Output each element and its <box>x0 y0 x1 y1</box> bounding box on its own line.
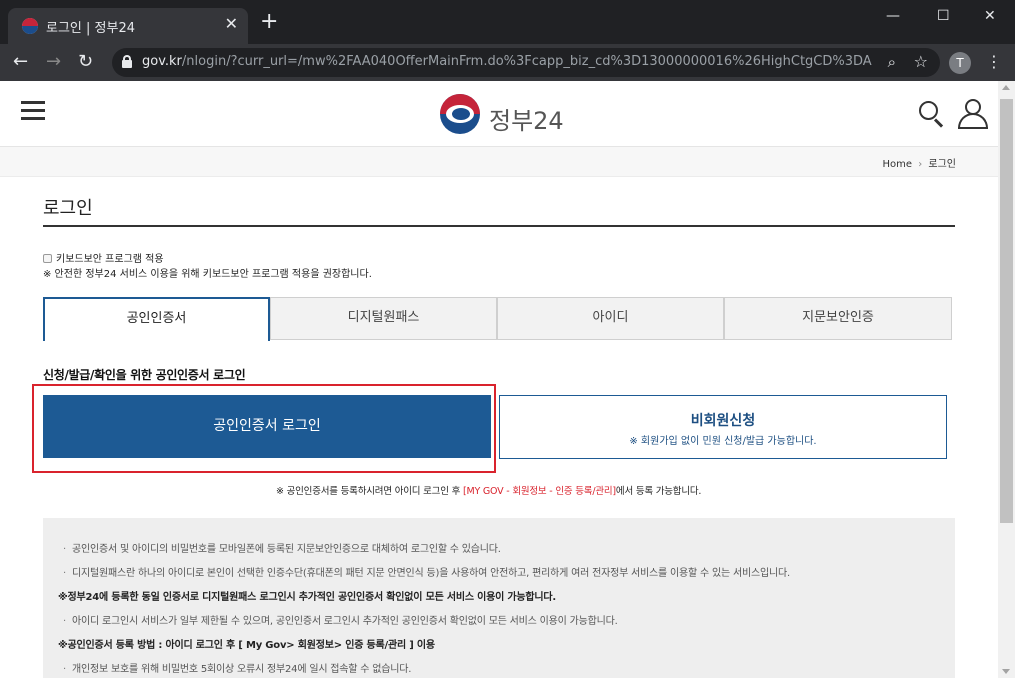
web-page: 정부24 Home › 로그인 로그인 키보드보안 프로그램 적용 ※ 안전한 … <box>0 81 998 678</box>
certificate-login-button[interactable]: 공인인증서 로그인 <box>43 395 491 458</box>
guest-application-button[interactable]: 비회원신청 ※ 회원가입 없이 민원 신청/발급 가능합니다. <box>499 395 947 459</box>
keyboard-security-note: ※ 안전한 정부24 서비스 이용을 위해 키보드보안 프로그램 적용을 권장합… <box>43 269 372 280</box>
login-info-panel: 공인인증서 및 아이디의 비밀번호를 모바일폰에 등록된 지문보안인증으로 대체… <box>43 518 955 678</box>
scroll-down-icon[interactable] <box>1002 669 1010 674</box>
keyboard-security-checkbox[interactable] <box>43 254 52 263</box>
hamburger-menu-icon[interactable] <box>21 101 45 121</box>
page-title: 로그인 <box>43 198 93 219</box>
register-note-suffix: 에서 등록 가능합니다. <box>615 486 702 497</box>
info-item-fingerprint: 공인인증서 및 아이디의 비밀번호를 모바일폰에 등록된 지문보안인증으로 대체… <box>63 540 501 555</box>
keyboard-security-row: 키보드보안 프로그램 적용 <box>43 250 164 265</box>
info-item-onepass: 디지털원패스란 하나의 아이디로 본인이 선택한 인증수단(휴대폰의 패턴 지문… <box>63 564 790 579</box>
breadcrumb-separator-icon: › <box>918 159 923 170</box>
search-icon[interactable] <box>919 101 945 128</box>
title-divider <box>43 225 955 227</box>
tab-close-icon[interactable]: ✕ <box>225 14 238 33</box>
gov-emblem-favicon-icon <box>22 18 38 34</box>
user-icon[interactable] <box>957 99 989 129</box>
scroll-up-icon[interactable] <box>1002 85 1010 90</box>
guest-application-title: 비회원신청 <box>690 413 756 429</box>
forward-button[interactable]: → <box>46 52 61 72</box>
certificate-register-note: ※ 공인인증서를 등록하시려면 아이디 로그인 후 [MY GOV - 회원정보… <box>276 483 701 497</box>
url-text[interactable]: gov.kr/nlogin/?curr_url=/mw%2FAA040Offer… <box>142 54 872 69</box>
lock-icon[interactable] <box>122 55 132 68</box>
breadcrumb-bar: Home › 로그인 <box>0 147 998 177</box>
tab-digital-onepass[interactable]: 디지털원패스 <box>270 297 497 340</box>
info-item-onepass-note: ※정부24에 등록한 동일 인증서로 디지털원패스 로그인시 추가적인 공인인증… <box>58 592 557 603</box>
browser-toolbar: ← → ↻ gov.kr/nlogin/?curr_url=/mw%2FAA04… <box>0 44 1015 81</box>
maximize-button[interactable]: ☐ <box>937 8 950 24</box>
tab-fingerprint[interactable]: 지문보안인증 <box>724 297 952 340</box>
breadcrumb: Home › 로그인 <box>882 155 956 170</box>
register-note-prefix: ※ 공인인증서를 등록하시려면 아이디 로그인 후 <box>276 486 463 497</box>
tab-id[interactable]: 아이디 <box>497 297 724 340</box>
tab-title: 로그인 | 정부24 <box>46 21 135 36</box>
logo-text: 정부24 <box>489 107 564 135</box>
breadcrumb-home[interactable]: Home <box>882 159 912 170</box>
new-tab-button[interactable]: + <box>260 11 278 33</box>
back-button[interactable]: ← <box>13 52 28 72</box>
zoom-icon[interactable]: ⌕ <box>888 53 896 71</box>
info-item-register-method: ※공인인증서 등록 방법 : 아이디 로그인 후 [ My Gov> 회원정보>… <box>58 640 435 651</box>
certificate-section-heading: 신청/발급/확인을 위한 공인인증서 로그인 <box>43 368 246 382</box>
info-item-password-lock: 개인정보 보호를 위해 비밀번호 5회이상 오류시 정부24에 일시 접속할 수… <box>63 660 411 675</box>
info-item-id-login: 아이디 로그인시 서비스가 일부 제한될 수 있으며, 공인인증서 로그인시 추… <box>63 612 618 627</box>
guest-application-subtitle: ※ 회원가입 없이 민원 신청/발급 가능합니다. <box>629 436 817 447</box>
register-note-link[interactable]: [MY GOV - 회원정보 - 인증 등록/관리] <box>463 486 616 497</box>
url-host: gov.kr <box>142 54 182 69</box>
breadcrumb-current: 로그인 <box>928 159 956 170</box>
site-header: 정부24 <box>0 81 998 147</box>
gov-emblem-icon <box>440 94 480 134</box>
minimize-button[interactable]: — <box>886 8 900 24</box>
keyboard-security-label[interactable]: 키보드보안 프로그램 적용 <box>56 254 164 265</box>
kebab-menu-icon[interactable]: ⋮ <box>986 52 1002 71</box>
page-scrollbar[interactable] <box>998 81 1015 678</box>
browser-tab[interactable]: 로그인 | 정부24 ✕ <box>8 8 248 44</box>
login-method-tabs: 공인인증서 디지털원패스 아이디 지문보안인증 <box>43 297 952 341</box>
tab-certificate[interactable]: 공인인증서 <box>43 297 270 341</box>
reload-button[interactable]: ↻ <box>78 52 93 72</box>
close-window-button[interactable]: ✕ <box>984 8 996 24</box>
site-logo[interactable]: 정부24 <box>440 94 570 135</box>
browser-titlebar: 로그인 | 정부24 ✕ + — ☐ ✕ <box>0 0 1015 44</box>
profile-avatar[interactable]: T <box>949 52 971 74</box>
scrollbar-thumb[interactable] <box>1000 99 1013 523</box>
url-path: /nlogin/?curr_url=/mw%2FAA040OfferMainFr… <box>181 54 872 69</box>
address-bar[interactable]: gov.kr/nlogin/?curr_url=/mw%2FAA040Offer… <box>112 48 940 77</box>
star-icon[interactable]: ☆ <box>914 52 928 71</box>
